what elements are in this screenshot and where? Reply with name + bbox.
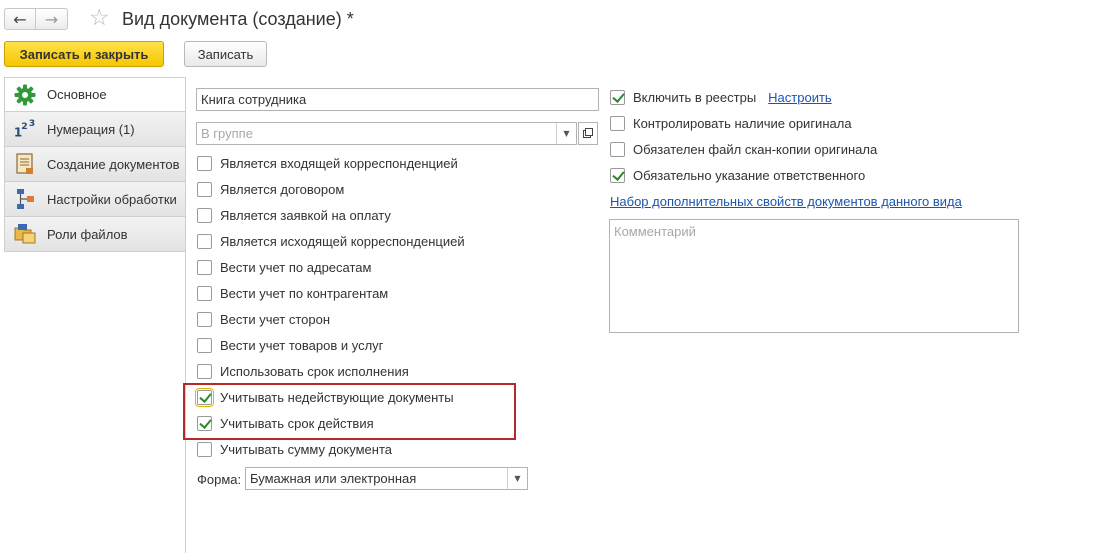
checkbox-label: Использовать срок исполнения — [220, 363, 409, 379]
checkbox-label: Является заявкой на оплату — [220, 207, 391, 223]
tab-numbering[interactable]: 1 2 3 Нумерация (1) — [4, 112, 186, 147]
name-input-value: Книга сотрудника — [201, 92, 307, 107]
favorite-star-icon[interactable]: ☆ — [89, 6, 110, 30]
checkbox-label: Вести учет товаров и услуг — [220, 337, 384, 353]
checkbox-label: Является договором — [220, 181, 345, 197]
tab-process-settings[interactable]: Настройки обработки — [4, 182, 186, 217]
extra-properties-link-wrap: Набор дополнительных свойств документов … — [610, 194, 962, 209]
page-title: Вид документа (создание) * — [122, 9, 354, 29]
group-open-button[interactable] — [578, 122, 598, 145]
checkbox-label: Является исходящей корреспонденцией — [220, 233, 465, 249]
checkbox[interactable] — [197, 285, 212, 301]
checkbox[interactable] — [197, 155, 212, 171]
checkbox-control-original[interactable]: Контролировать наличие оригинала — [610, 114, 852, 132]
arrow-left-icon: ← — [13, 9, 27, 29]
checkbox-label: Вести учет по контрагентам — [220, 285, 389, 301]
comment-placeholder: Комментарий — [614, 224, 696, 239]
arrow-right-icon: → — [44, 9, 59, 29]
checkbox-incoming-correspondence[interactable]: Является входящей корреспонденцией — [197, 154, 458, 172]
tab-main[interactable]: Основное — [4, 77, 186, 112]
chevron-down-icon: ▼ — [514, 474, 521, 483]
configure-link[interactable]: Настроить — [768, 90, 832, 105]
process-settings-icon — [13, 187, 37, 211]
form-select-value: Бумажная или электронная — [250, 471, 417, 486]
checkbox-label: Вести учет сторон — [220, 311, 331, 327]
name-input[interactable]: Книга сотрудника — [196, 88, 599, 111]
checkbox-label: Включить в реестры — [633, 89, 757, 105]
group-input[interactable]: В группе ▼ — [196, 122, 577, 145]
tab-label: Нумерация (1) — [47, 121, 135, 137]
file-roles-icon — [13, 222, 37, 246]
checkbox[interactable] — [197, 441, 212, 457]
checkbox-track-counterparties[interactable]: Вести учет по контрагентам — [197, 284, 388, 302]
chevron-down-icon: ▼ — [563, 129, 570, 138]
checkbox[interactable] — [197, 207, 212, 223]
checkbox-responsible-required[interactable]: Обязательно указание ответственного — [610, 166, 865, 184]
checkbox-label: Обязательно указание ответственного — [633, 167, 866, 183]
comment-textarea[interactable]: Комментарий — [609, 219, 1019, 333]
checkbox-label: Учитывать сумму документа — [220, 441, 393, 457]
tab-label: Основное — [47, 87, 107, 102]
svg-text:2: 2 — [21, 121, 27, 132]
checkbox[interactable] — [197, 259, 212, 275]
tab-document-creation[interactable]: Создание документов — [4, 147, 186, 182]
checkbox[interactable] — [197, 337, 212, 353]
checkbox-document-amount[interactable]: Учитывать сумму документа — [197, 440, 392, 458]
checkbox[interactable] — [197, 181, 212, 197]
checkbox-label: Обязателен файл скан-копии оригинала — [633, 141, 878, 157]
checkbox-include-registers[interactable]: Включить в реестры Настроить — [610, 88, 832, 106]
checkbox-track-goods-services[interactable]: Вести учет товаров и услуг — [197, 336, 383, 354]
forward-button[interactable]: → — [36, 8, 68, 30]
checkbox-track-addressees[interactable]: Вести учет по адресатам — [197, 258, 371, 276]
tabs-divider — [185, 77, 186, 553]
checkbox-payment-request[interactable]: Является заявкой на оплату — [197, 206, 391, 224]
extra-properties-link[interactable]: Набор дополнительных свойств документов … — [610, 194, 962, 209]
back-button[interactable]: ← — [4, 8, 36, 30]
checkbox-label: Является входящей корреспонденцией — [220, 155, 458, 171]
tab-label: Создание документов — [47, 156, 180, 172]
highlight-annotation — [183, 383, 516, 440]
svg-text:3: 3 — [29, 118, 35, 129]
tab-list: Основное 1 2 3 Нумерация (1) Создание до… — [4, 77, 186, 252]
checkbox-label: Вести учет по адресатам — [220, 259, 372, 275]
checkbox-track-parties[interactable]: Вести учет сторон — [197, 310, 330, 328]
form-dropdown-button[interactable]: ▼ — [507, 468, 527, 489]
tab-label: Роли файлов — [47, 226, 128, 242]
form-select[interactable]: Бумажная или электронная ▼ — [245, 467, 528, 490]
group-dropdown-button[interactable]: ▼ — [556, 123, 576, 144]
checkbox-scan-copy-required[interactable]: Обязателен файл скан-копии оригинала — [610, 140, 877, 158]
checkbox-label: Контролировать наличие оригинала — [633, 115, 852, 131]
checkbox[interactable] — [610, 115, 625, 131]
checkbox[interactable] — [197, 363, 212, 379]
save-button[interactable]: Записать — [184, 41, 267, 67]
numbering-icon: 1 2 3 — [13, 117, 37, 141]
checkbox[interactable] — [610, 141, 625, 157]
gear-icon — [13, 83, 37, 107]
form-label: Форма: — [197, 472, 242, 487]
checkbox-outgoing-correspondence[interactable]: Является исходящей корреспонденцией — [197, 232, 465, 250]
save-and-close-button[interactable]: Записать и закрыть — [4, 41, 164, 67]
document-create-icon — [13, 152, 37, 176]
group-input-placeholder: В группе — [201, 126, 253, 141]
tab-file-roles[interactable]: Роли файлов — [4, 217, 186, 252]
checkbox-use-deadline[interactable]: Использовать срок исполнения — [197, 362, 409, 380]
tab-label: Настройки обработки — [47, 191, 177, 207]
checkbox[interactable] — [610, 89, 625, 105]
checkbox[interactable] — [610, 167, 625, 183]
open-window-icon — [583, 126, 593, 141]
checkbox-contract[interactable]: Является договором — [197, 180, 344, 198]
checkbox[interactable] — [197, 311, 212, 327]
checkbox[interactable] — [197, 233, 212, 249]
